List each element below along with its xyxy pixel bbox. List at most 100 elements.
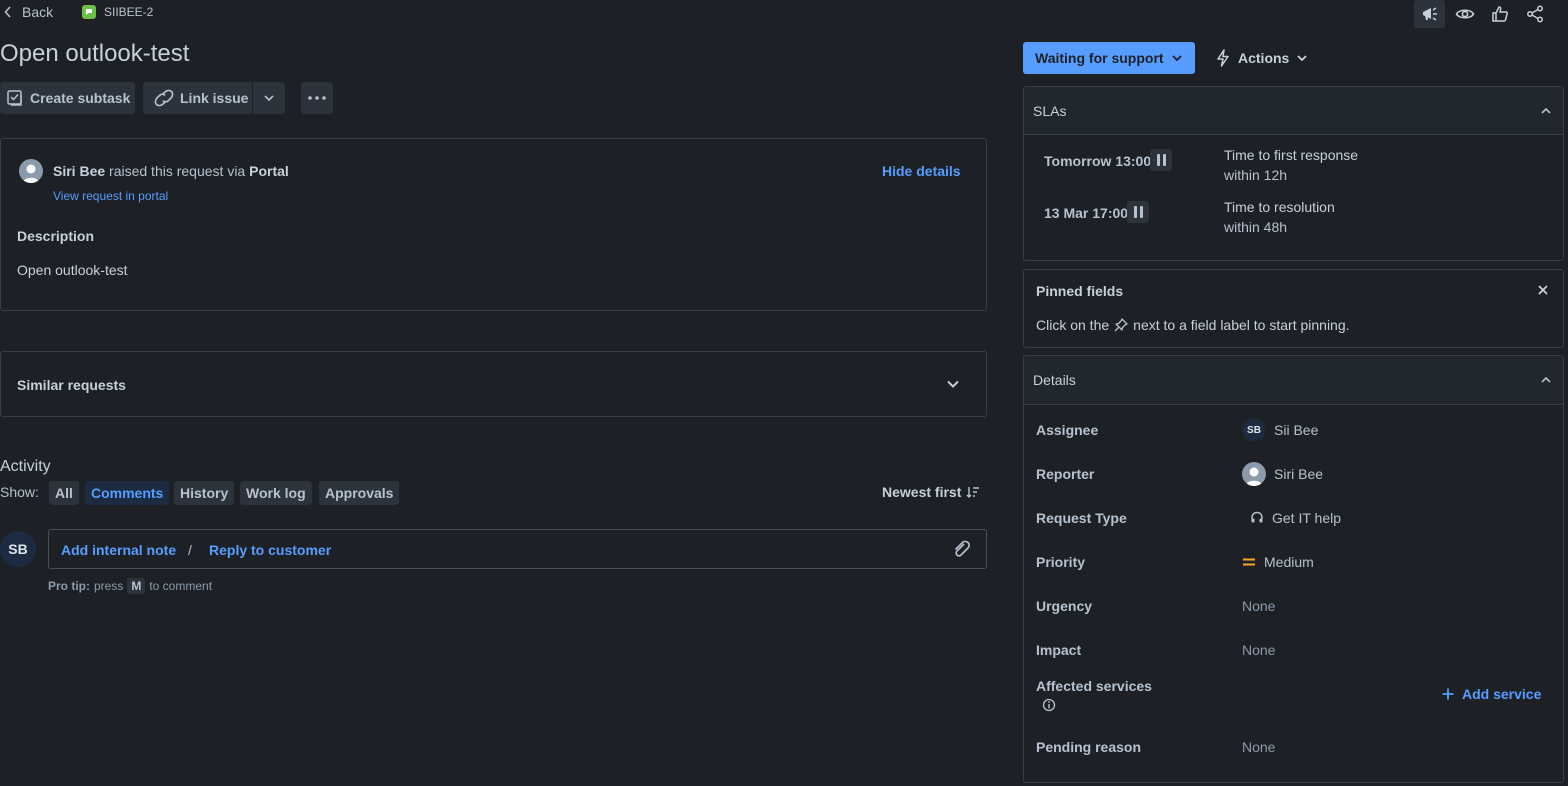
sort-order-button[interactable]: Newest first (882, 484, 980, 500)
similar-requests-title: Similar requests (17, 377, 126, 393)
pending-reason-label: Pending reason (1036, 739, 1142, 755)
plus-icon (1442, 688, 1454, 700)
sla-goal: within 12h (1224, 167, 1288, 183)
request-details-card: Siri Bee raised this request via Portal … (0, 138, 987, 311)
pro-tip: Pro tip: press M to comment (48, 578, 212, 594)
chevron-down-icon (1297, 55, 1307, 61)
issue-key: SIIBEE-2 (104, 5, 154, 19)
status-transition-button[interactable]: Waiting for support (1023, 42, 1195, 74)
filter-work-log[interactable]: Work log (240, 481, 312, 505)
raised-text: raised this request via (105, 163, 250, 179)
reporter-label: Reporter (1036, 466, 1095, 482)
filter-history[interactable]: History (174, 481, 235, 505)
chevron-up-icon[interactable] (1541, 107, 1551, 114)
request-type-field[interactable]: Get IT help (1250, 510, 1341, 526)
add-service-label: Add service (1462, 686, 1542, 702)
pin-icon (1114, 318, 1128, 332)
pause-icon (1127, 201, 1149, 223)
lightning-icon (1216, 49, 1230, 67)
keyboard-shortcut-key: M (127, 578, 146, 594)
link-issue-button[interactable]: Link issue (143, 82, 252, 114)
actions-label: Actions (1238, 50, 1290, 66)
slas-panel: SLAs Tomorrow 13:00 Time to first respon… (1023, 86, 1564, 261)
create-subtask-button[interactable]: Create subtask (0, 82, 135, 114)
add-internal-note-button[interactable]: Add internal note (61, 542, 176, 558)
sla-goal: within 48h (1224, 219, 1288, 235)
pinned-fields-title: Pinned fields (1036, 283, 1124, 299)
reporter-value: Siri Bee (1274, 466, 1324, 482)
request-type-value: Get IT help (1272, 510, 1342, 526)
sla-time: Tomorrow 13:00 (1044, 153, 1152, 169)
close-icon[interactable] (1538, 285, 1548, 295)
actions-button[interactable]: Actions (1216, 42, 1307, 74)
back-label: Back (22, 4, 54, 20)
reply-to-customer-button[interactable]: Reply to customer (209, 542, 331, 558)
chevron-down-icon[interactable] (947, 380, 959, 388)
priority-medium-icon (1242, 557, 1256, 567)
comment-editor-box[interactable]: Add internal note / Reply to customer (48, 529, 987, 569)
reporter-avatar (19, 159, 43, 183)
sort-icon (966, 486, 980, 498)
pinned-fields-hint: Click on the next to a field label to st… (1036, 317, 1350, 333)
impact-label: Impact (1036, 642, 1082, 658)
priority-label: Priority (1036, 554, 1086, 570)
details-header[interactable]: Details (1024, 356, 1563, 405)
create-subtask-label: Create subtask (30, 90, 131, 106)
watch-icon[interactable] (1449, 0, 1480, 28)
sla-name: Time to first response (1224, 147, 1359, 163)
description-text: Open outlook-test (17, 262, 128, 278)
back-button[interactable]: Back (4, 3, 53, 21)
assignee-label: Assignee (1036, 422, 1099, 438)
priority-field[interactable]: Medium (1242, 554, 1314, 570)
reporter-avatar (1242, 462, 1266, 486)
activity-title: Activity (0, 458, 51, 475)
filter-approvals[interactable]: Approvals (319, 481, 400, 505)
assignee-field[interactable]: SB Sii Bee (1242, 418, 1318, 442)
sla-time: 13 Mar 17:00 (1044, 205, 1129, 221)
assignee-value: Sii Bee (1274, 422, 1319, 438)
add-service-button[interactable]: Add service (1442, 686, 1541, 702)
reporter-row: Reporter Siri Bee (1036, 462, 1556, 486)
pro-tip-label: Pro tip: (48, 579, 90, 593)
urgency-row: Urgency None (1036, 594, 1556, 618)
page-title: Open outlook-test (0, 40, 190, 67)
reporter-field[interactable]: Siri Bee (1242, 462, 1323, 486)
service-request-icon (82, 5, 96, 19)
issue-key-breadcrumb[interactable]: SIIBEE-2 (82, 3, 153, 21)
more-icon (308, 96, 326, 100)
view-request-portal-link[interactable]: View request in portal (53, 189, 168, 203)
chevron-down-icon (264, 95, 274, 101)
urgency-value[interactable]: None (1242, 598, 1275, 614)
assignee-avatar: SB (1242, 418, 1266, 442)
description-label: Description (17, 228, 95, 244)
pause-icon (1150, 149, 1172, 171)
filter-comments[interactable]: Comments (85, 481, 170, 505)
chevron-up-icon[interactable] (1541, 377, 1551, 383)
pro-tip-tail: to comment (149, 579, 213, 593)
thumbs-up-icon[interactable] (1484, 0, 1515, 28)
reporter-name: Siri Bee (53, 163, 106, 179)
sla-name: Time to resolution (1224, 199, 1335, 215)
raised-by-text: Siri Bee raised this request via Portal (53, 163, 289, 179)
filter-all[interactable]: All (49, 481, 79, 505)
request-type-label: Request Type (1036, 510, 1127, 526)
status-label: Waiting for support (1035, 50, 1164, 66)
info-icon[interactable] (1042, 698, 1056, 712)
megaphone-icon[interactable] (1414, 0, 1445, 28)
details-title: Details (1033, 372, 1076, 388)
slas-header[interactable]: SLAs (1024, 87, 1563, 135)
hide-details-button[interactable]: Hide details (882, 163, 961, 179)
urgency-label: Urgency (1036, 598, 1093, 614)
slas-title: SLAs (1033, 102, 1067, 119)
similar-requests-card[interactable]: Similar requests (0, 351, 987, 417)
more-actions-button[interactable] (301, 82, 333, 114)
link-issue-label: Link issue (180, 90, 249, 106)
attachment-icon[interactable] (952, 540, 970, 558)
impact-value[interactable]: None (1242, 642, 1275, 658)
issue-actions-toolbar (1414, 0, 1550, 28)
pending-reason-value[interactable]: None (1242, 739, 1275, 755)
link-icon (154, 89, 174, 107)
share-icon[interactable] (1519, 0, 1550, 28)
link-issue-dropdown-button[interactable] (253, 82, 285, 114)
priority-value: Medium (1264, 554, 1314, 570)
